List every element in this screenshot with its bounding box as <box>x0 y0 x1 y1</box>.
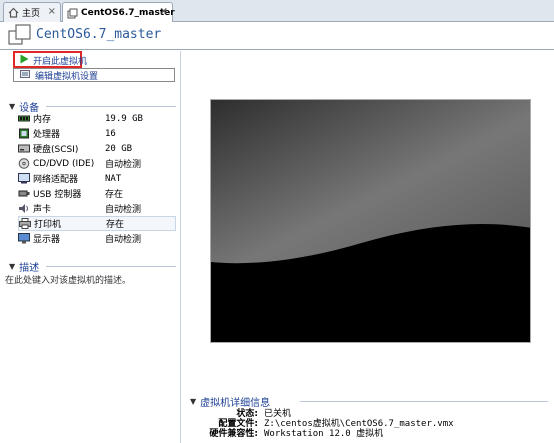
tab-home[interactable]: 主页 × <box>3 2 61 22</box>
device-value: 存在 <box>105 190 124 200</box>
vm-icon <box>67 8 78 19</box>
settings-icon <box>20 69 31 82</box>
device-name: 内存 <box>33 115 52 125</box>
start-vm-link[interactable]: 开启此虚拟机 <box>20 53 87 67</box>
play-icon <box>20 54 29 67</box>
vm-screen-preview[interactable] <box>210 99 531 343</box>
printer-icon <box>19 218 31 229</box>
description-section-header[interactable]: ▼ 描述 <box>9 259 39 274</box>
device-value: 19.9 GB <box>105 113 143 124</box>
start-vm-label: 开启此虚拟机 <box>33 56 88 67</box>
display-icon <box>18 233 30 244</box>
device-value: NAT <box>105 173 122 184</box>
divider <box>46 106 176 107</box>
collapse-triangle-icon: ▼ <box>9 262 16 271</box>
device-name: 声卡 <box>33 205 52 215</box>
home-icon <box>8 7 19 18</box>
device-value: 存在 <box>106 220 125 230</box>
device-row-network[interactable]: 网络适配器 NAT <box>18 171 176 186</box>
device-row-memory[interactable]: 内存 19.9 GB <box>18 111 176 126</box>
device-row-hdd[interactable]: 硬盘(SCSI) 20 GB <box>18 141 176 156</box>
tab-vm[interactable]: CentOS6.7_master × <box>62 2 175 23</box>
device-row-printer[interactable]: 打印机 存在 <box>18 216 176 231</box>
hdd-icon <box>18 143 30 154</box>
edit-vm-settings-link[interactable]: 编辑虚拟机设置 <box>20 68 98 82</box>
description-header-label: 描述 <box>19 263 40 274</box>
device-row-cpu[interactable]: 处理器 16 <box>18 126 176 141</box>
detail-value: Workstation 12.0 虚拟机 <box>264 429 384 439</box>
device-name: 网络适配器 <box>33 175 79 185</box>
vm-header: CentOS6.7_master <box>0 22 554 50</box>
preview-gloss-graphic <box>211 100 530 342</box>
device-row-cdrom[interactable]: CD/DVD (IDE) 自动检测 <box>18 156 176 171</box>
memory-icon <box>18 113 30 124</box>
description-input[interactable]: 在此处键入对该虚拟机的描述。 <box>5 273 131 286</box>
cpu-icon <box>18 128 30 139</box>
device-value: 自动检测 <box>105 235 142 245</box>
device-name: 硬盘(SCSI) <box>33 145 79 155</box>
device-value: 16 <box>105 128 116 139</box>
close-icon[interactable]: × <box>48 6 56 17</box>
tab-home-label: 主页 <box>22 9 41 19</box>
device-row-sound[interactable]: 声卡 自动检测 <box>18 201 176 216</box>
close-icon[interactable]: × <box>160 6 168 17</box>
device-name: CD/DVD (IDE) <box>33 158 95 169</box>
divider <box>46 266 176 267</box>
detail-row-compatibility: 硬件兼容性: Workstation 12.0 虚拟机 <box>192 426 383 439</box>
device-name: 显示器 <box>33 235 61 245</box>
vm-title: CentOS6.7_master <box>36 27 162 42</box>
collapse-triangle-icon: ▼ <box>9 102 16 111</box>
vm-icon <box>8 24 32 49</box>
device-value: 自动检测 <box>105 205 142 215</box>
network-icon <box>18 173 30 184</box>
collapse-triangle-icon: ▼ <box>190 397 197 406</box>
device-name: 处理器 <box>33 130 61 140</box>
edit-vm-settings-label: 编辑虚拟机设置 <box>35 71 99 82</box>
divider <box>300 401 548 402</box>
device-name: USB 控制器 <box>33 190 82 200</box>
tab-bar: 主页 × CentOS6.7_master × <box>0 0 554 23</box>
detail-key: 硬件兼容性: <box>209 429 258 439</box>
device-name: 打印机 <box>34 220 62 230</box>
device-row-display[interactable]: 显示器 自动检测 <box>18 231 176 246</box>
device-value: 自动检测 <box>105 160 142 170</box>
device-value: 20 GB <box>105 143 133 154</box>
usb-icon <box>18 188 30 199</box>
cdrom-icon <box>18 158 30 169</box>
device-row-usb[interactable]: USB 控制器 存在 <box>18 186 176 201</box>
sound-icon <box>18 203 30 214</box>
